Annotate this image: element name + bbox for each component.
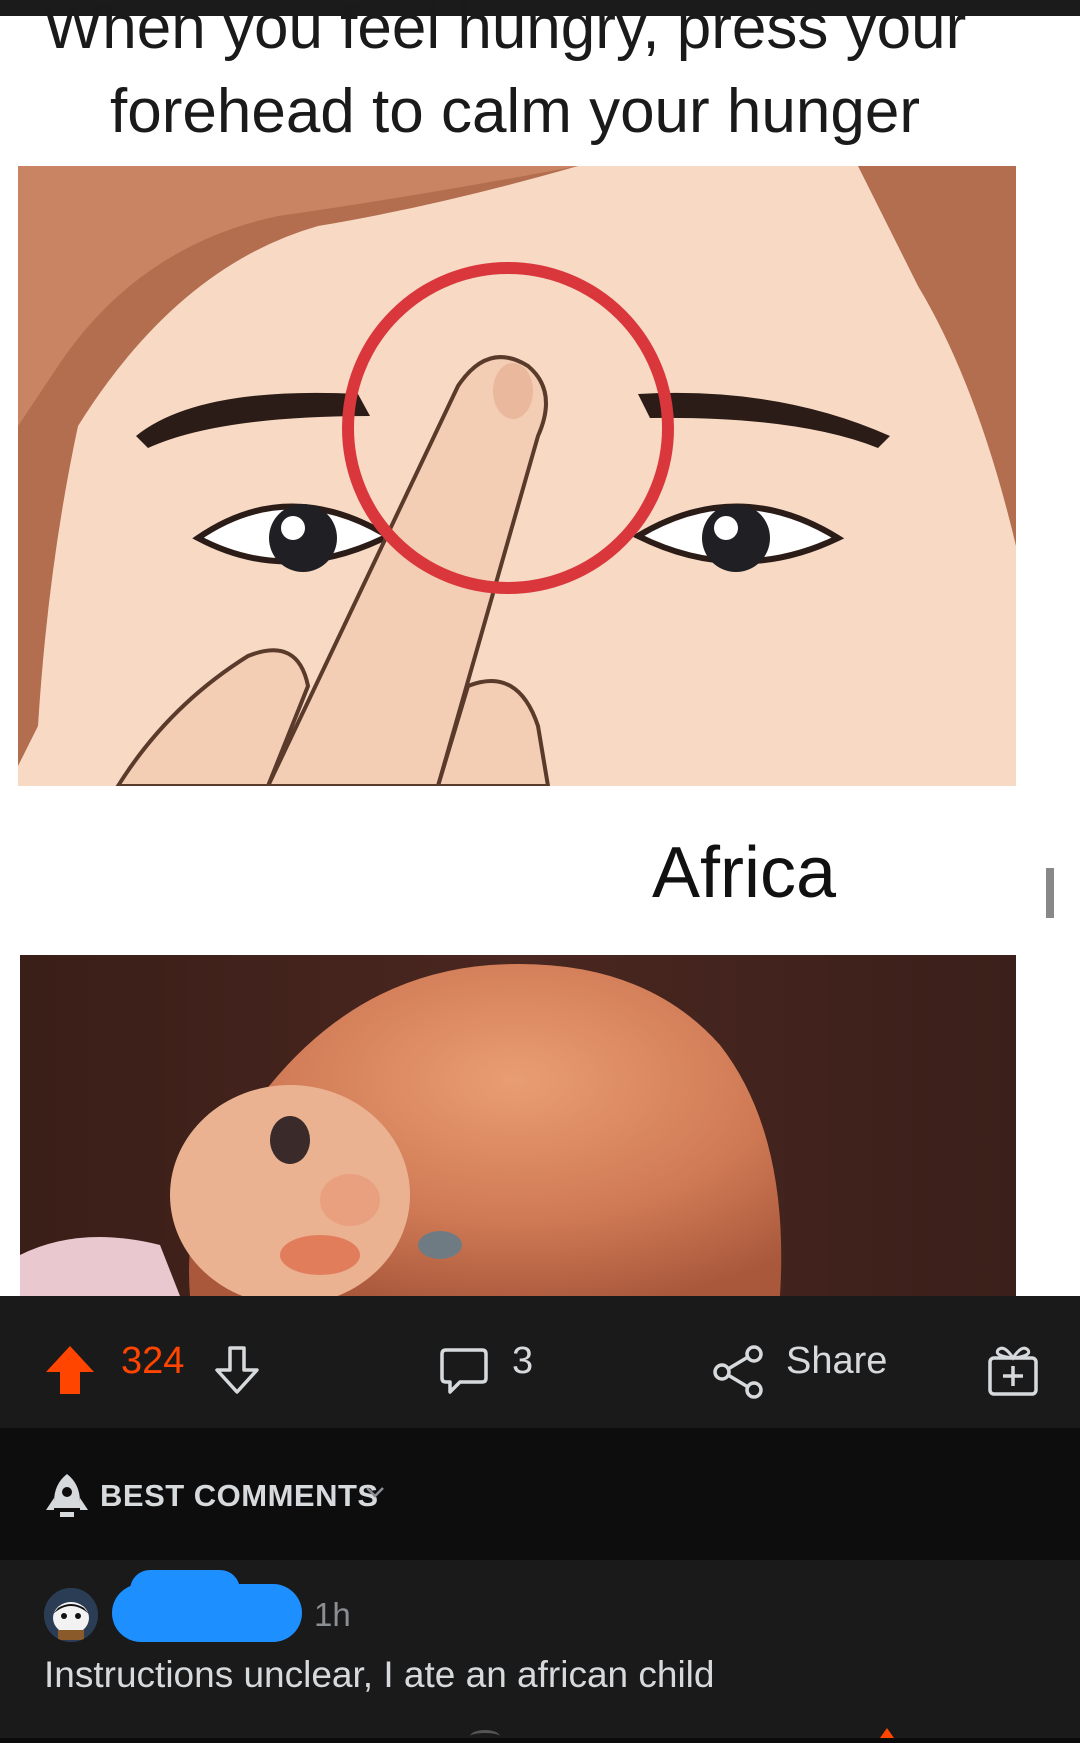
upvote-icon[interactable] <box>44 1344 96 1396</box>
comment-icon[interactable] <box>438 1346 490 1396</box>
share-icon[interactable] <box>710 1344 766 1400</box>
post-image[interactable]: When you feel hungry, press your forehea… <box>0 0 1080 1296</box>
post-action-bar: 324 3 Share <box>0 1296 1080 1428</box>
comment-count[interactable]: 3 <box>512 1340 533 1383</box>
share-button[interactable]: Share <box>786 1340 887 1383</box>
award-icon[interactable] <box>986 1342 1040 1398</box>
doll-photo <box>20 955 1016 1296</box>
comment-upvote-peek <box>880 1728 894 1738</box>
comment-sort-bar[interactable]: BEST COMMENTS <box>0 1428 1080 1560</box>
comment-action-peek <box>470 1730 500 1743</box>
meme-caption-line2: forehead to calm your hunger <box>110 77 920 146</box>
text-cursor <box>1046 868 1054 918</box>
username-redaction-top <box>130 1570 240 1610</box>
comment: 1h Instructions unclear, I ate an africa… <box>0 1560 1080 1738</box>
meme-caption-line1: When you feel hungry, press your <box>43 0 967 62</box>
chevron-down-icon[interactable] <box>364 1484 386 1500</box>
meme-caption: When you feel hungry, press your forehea… <box>0 0 1080 154</box>
downvote-icon[interactable] <box>212 1344 262 1396</box>
vote-count: 324 <box>121 1340 185 1382</box>
forehead-illustration <box>18 166 1016 786</box>
rocket-icon <box>46 1474 88 1517</box>
comment-timestamp: 1h <box>314 1596 351 1633</box>
panel-label: Africa <box>652 833 837 913</box>
comment-body: Instructions unclear, I ate an african c… <box>44 1654 715 1695</box>
avatar[interactable] <box>44 1588 98 1642</box>
avatar-icon <box>44 1588 98 1642</box>
sort-label[interactable]: BEST COMMENTS <box>100 1478 379 1514</box>
